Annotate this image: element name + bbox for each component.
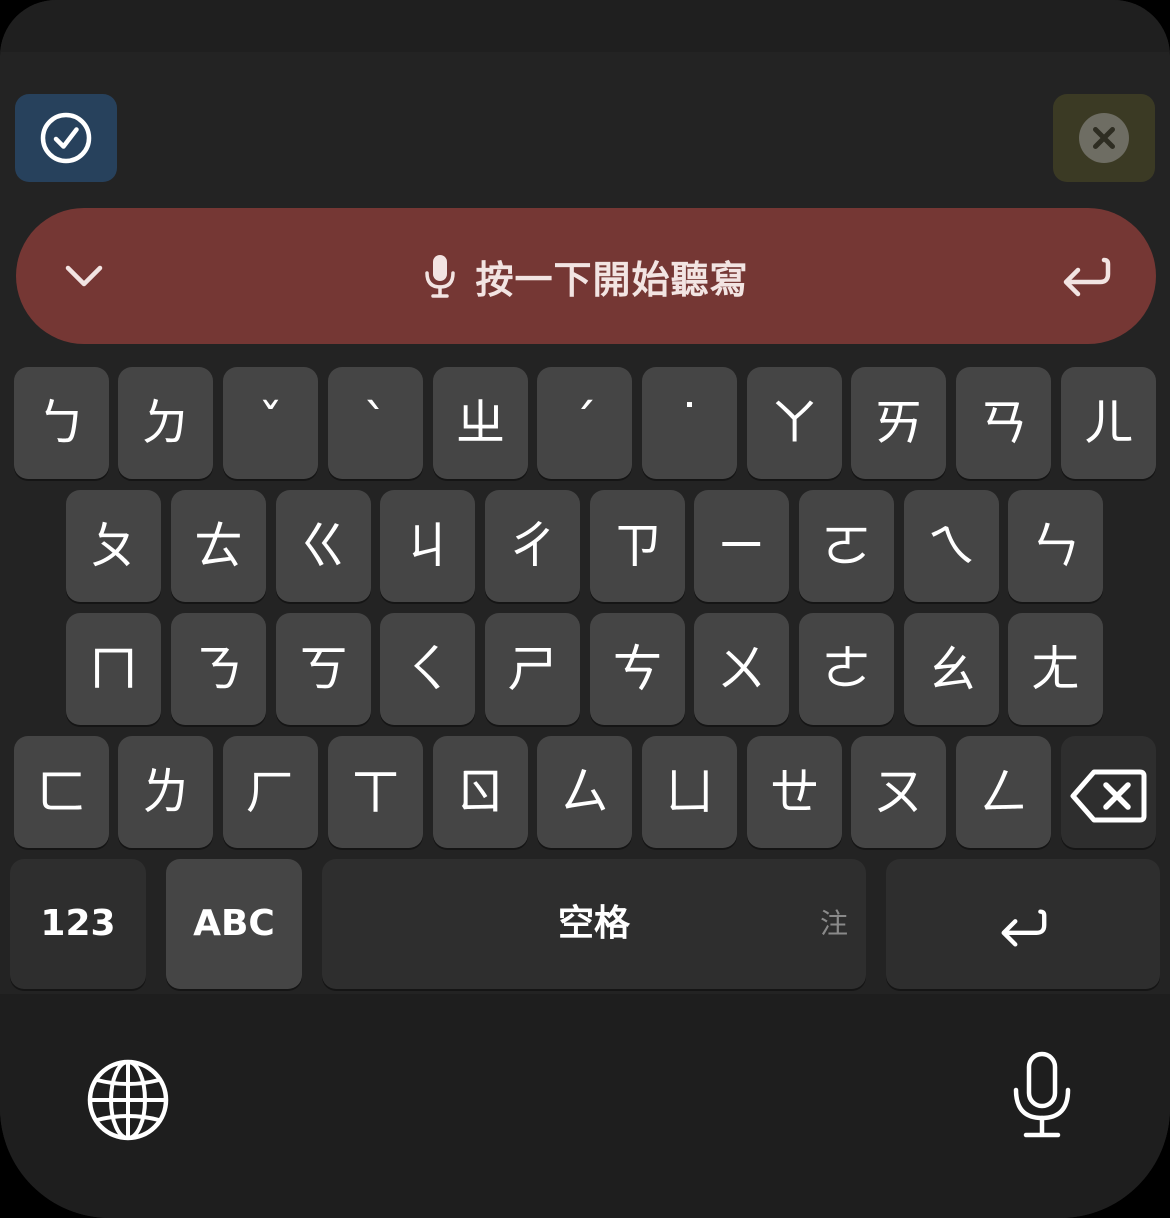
key-h[interactable]: ㄏ bbox=[223, 736, 318, 848]
key-eh[interactable]: ㄝ bbox=[747, 736, 842, 848]
abc-key[interactable]: ABC bbox=[166, 859, 302, 989]
return-key[interactable] bbox=[886, 859, 1160, 989]
key-j[interactable]: ㄐ bbox=[380, 490, 475, 602]
keyboard-sheet: 按一下開始聽寫 ㄅ ㄉ ˇ ˋ ㄓ ˊ ˙ ㄚ ㄞ ㄢ ㄦ ㄆ ㄊ ㄍ ㄐ ㄔ … bbox=[0, 0, 1170, 1218]
key-zh[interactable]: ㄓ bbox=[433, 367, 528, 479]
key-n[interactable]: ㄋ bbox=[171, 613, 266, 725]
checkmark-circle-icon bbox=[40, 112, 92, 164]
key-f[interactable]: ㄈ bbox=[14, 736, 109, 848]
key-a[interactable]: ㄚ bbox=[747, 367, 842, 479]
dictation-bar[interactable]: 按一下開始聽寫 bbox=[16, 208, 1156, 344]
microphone-icon bbox=[425, 255, 456, 298]
space-key[interactable]: 空格 注 bbox=[322, 859, 866, 989]
key-m[interactable]: ㄇ bbox=[66, 613, 161, 725]
key-ao[interactable]: ㄠ bbox=[904, 613, 999, 725]
space-label: 空格 bbox=[557, 903, 630, 944]
key-u[interactable]: ㄨ bbox=[694, 613, 789, 725]
return-icon[interactable] bbox=[1058, 254, 1114, 300]
dictation-microphone-icon[interactable] bbox=[1010, 1050, 1074, 1140]
key-an[interactable]: ㄢ bbox=[956, 367, 1051, 479]
delete-backward-icon bbox=[1070, 769, 1146, 822]
key-e[interactable]: ㄜ bbox=[799, 613, 894, 725]
delete-key[interactable] bbox=[1061, 736, 1156, 848]
close-circle-icon bbox=[1079, 113, 1129, 163]
key-tone-3[interactable]: ˇ bbox=[223, 367, 318, 479]
cancel-button[interactable] bbox=[1053, 94, 1155, 182]
key-ang[interactable]: ㄤ bbox=[1008, 613, 1103, 725]
key-x[interactable]: ㄒ bbox=[328, 736, 423, 848]
key-tone-4[interactable]: ˋ bbox=[328, 367, 423, 479]
key-q[interactable]: ㄑ bbox=[380, 613, 475, 725]
key-t[interactable]: ㄊ bbox=[171, 490, 266, 602]
key-c[interactable]: ㄘ bbox=[590, 613, 685, 725]
key-k[interactable]: ㄎ bbox=[276, 613, 371, 725]
key-ei[interactable]: ㄟ bbox=[904, 490, 999, 602]
key-b[interactable]: ㄅ bbox=[14, 367, 109, 479]
confirm-button[interactable] bbox=[15, 94, 117, 182]
dictation-label: 按一下開始聽寫 bbox=[475, 257, 749, 302]
key-g[interactable]: ㄍ bbox=[276, 490, 371, 602]
key-i[interactable]: ㄧ bbox=[694, 490, 789, 602]
key-r[interactable]: ㄖ bbox=[433, 736, 528, 848]
key-ou[interactable]: ㄡ bbox=[851, 736, 946, 848]
key-tone-2[interactable]: ˊ bbox=[537, 367, 632, 479]
key-ch[interactable]: ㄔ bbox=[485, 490, 580, 602]
input-mode-hint: 注 bbox=[819, 907, 848, 940]
return-icon bbox=[1001, 908, 1047, 947]
sheet-top-edge bbox=[0, 0, 1170, 52]
key-sh[interactable]: ㄕ bbox=[485, 613, 580, 725]
key-tone-neutral[interactable]: ˙ bbox=[642, 367, 737, 479]
key-o[interactable]: ㄛ bbox=[799, 490, 894, 602]
key-s[interactable]: ㄙ bbox=[537, 736, 632, 848]
key-z[interactable]: ㄗ bbox=[590, 490, 685, 602]
keyboard-bottom-bar bbox=[0, 994, 1170, 1218]
dictation-prompt[interactable]: 按一下開始聽寫 bbox=[16, 208, 1156, 344]
key-d[interactable]: ㄉ bbox=[118, 367, 213, 479]
key-l[interactable]: ㄌ bbox=[118, 736, 213, 848]
key-en[interactable]: ㄣ bbox=[1008, 490, 1103, 602]
key-ai[interactable]: ㄞ bbox=[851, 367, 946, 479]
globe-icon[interactable] bbox=[86, 1058, 170, 1142]
key-er[interactable]: ㄦ bbox=[1061, 367, 1156, 479]
key-yu[interactable]: ㄩ bbox=[642, 736, 737, 848]
numbers-key[interactable]: 123 bbox=[10, 859, 146, 989]
key-eng[interactable]: ㄥ bbox=[956, 736, 1051, 848]
key-p[interactable]: ㄆ bbox=[66, 490, 161, 602]
